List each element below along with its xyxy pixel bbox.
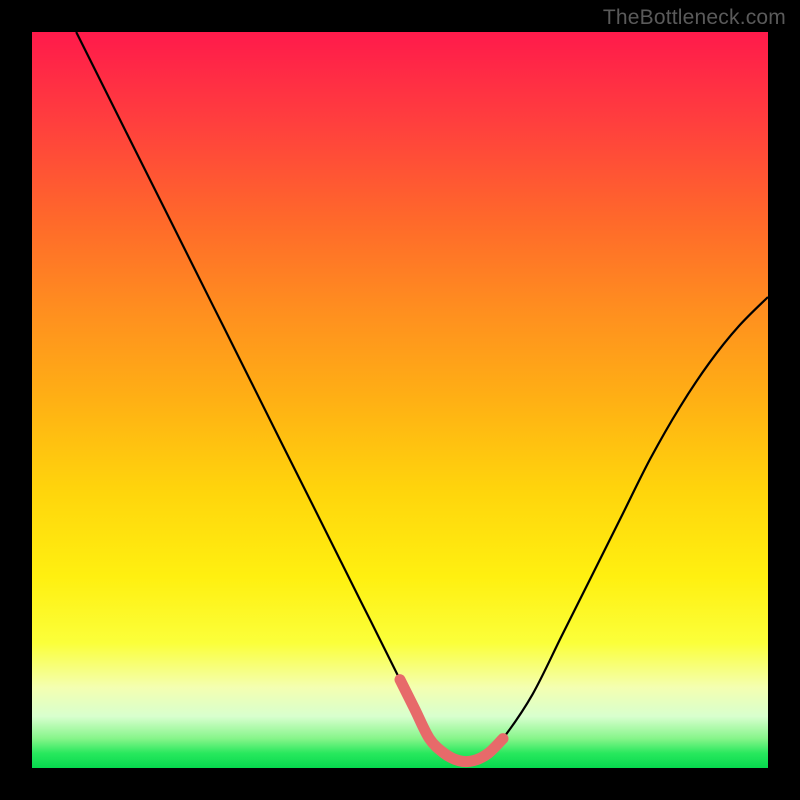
curve-layer [32,32,768,768]
plot-area [32,32,768,768]
watermark-label: TheBottleneck.com [603,6,786,30]
chart-frame: TheBottleneck.com [0,0,800,800]
valley-highlight-path [400,680,503,762]
bottleneck-curve-path [76,32,768,762]
